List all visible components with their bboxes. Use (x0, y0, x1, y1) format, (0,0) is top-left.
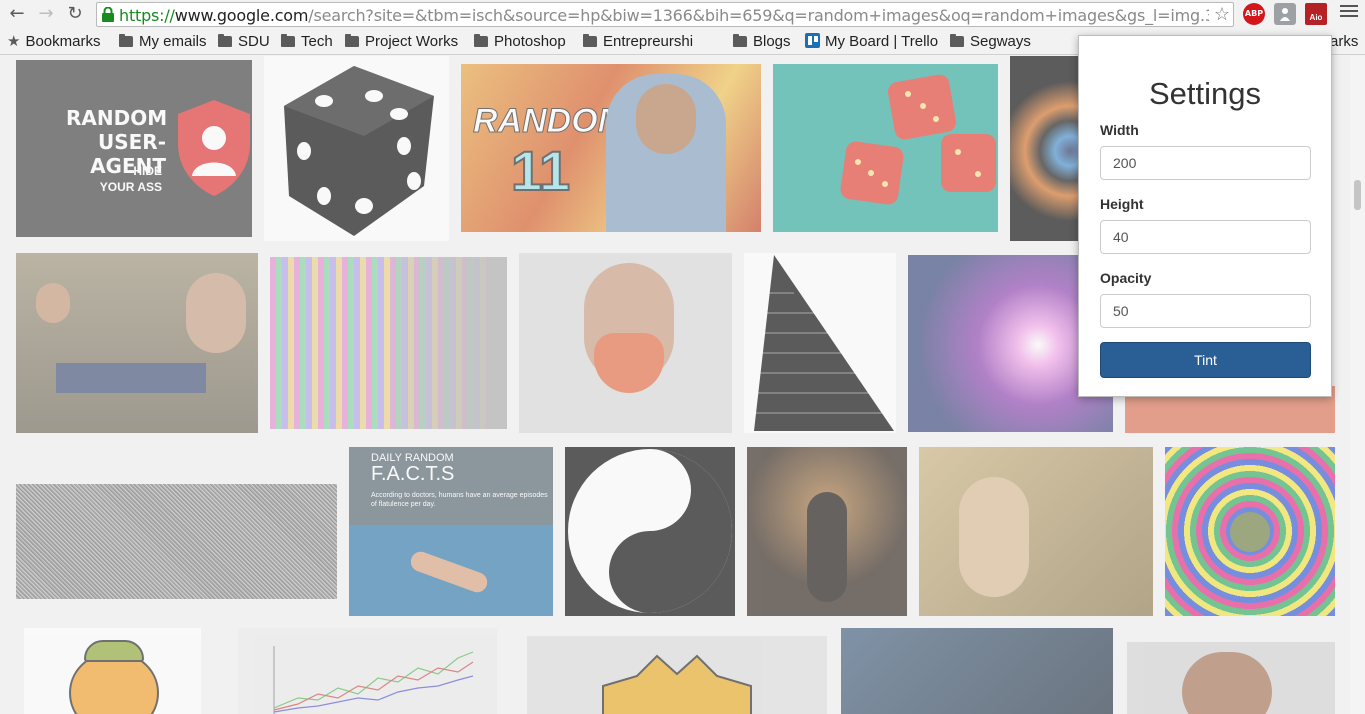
noise-fade (390, 257, 507, 429)
tint-extension-icon[interactable]: Aio (1305, 3, 1327, 25)
swimmer-figure (407, 548, 491, 596)
folder-icon (733, 34, 747, 47)
forward-arrow-icon[interactable]: → (35, 3, 57, 25)
settings-popup: Settings Width Height Opacity Tint (1078, 35, 1332, 397)
bookmark-other[interactable]: arks (1330, 32, 1358, 52)
lock-icon (102, 7, 114, 22)
width-input[interactable] (1100, 146, 1311, 180)
bookmark-sdu[interactable]: SDU (218, 32, 270, 52)
person-face (1182, 652, 1272, 714)
person-face (636, 84, 696, 154)
image-thumb-user-agent[interactable]: RANDOM USER-AGENT HIDE YOUR ASS (16, 60, 252, 237)
bookmark-trello[interactable]: My Board | Trello (805, 32, 938, 52)
image-thumb-cartoon-orange[interactable] (24, 628, 201, 714)
image-thumb-badge[interactable] (527, 636, 827, 714)
star-icon: ★ (7, 33, 21, 50)
thumb-text: RANDOM (66, 106, 168, 130)
image-thumb-fairy[interactable] (919, 447, 1153, 616)
folder-icon (583, 34, 597, 47)
badge-graphic (602, 654, 752, 714)
image-thumb-black-dice[interactable] (264, 56, 449, 241)
bookmark-my-emails[interactable]: My emails (119, 32, 207, 52)
person-figure (56, 363, 206, 393)
image-thumb-line-plot[interactable] (238, 628, 497, 714)
height-input[interactable] (1100, 220, 1311, 254)
adblock-icon[interactable]: ABP (1243, 3, 1265, 25)
bookmark-blogs[interactable]: Blogs (733, 32, 791, 52)
image-thumb-yin-yang[interactable] (565, 447, 735, 616)
image-thumb-noise-pixels[interactable] (270, 257, 507, 429)
person-face (186, 273, 246, 353)
fairy-figure (959, 477, 1029, 597)
beard-graphic (594, 333, 664, 393)
number-triangle-graphic (754, 255, 894, 431)
thumb-text: F.A.C.T.S (371, 463, 455, 485)
url-text[interactable]: https://www.google.com/search?site=&tbm=… (119, 6, 1209, 25)
thumb-text: 11 (510, 138, 571, 203)
red-dice-graphic (840, 74, 996, 205)
bookmark-bookmarks[interactable]: ★ Bookmarks (7, 32, 100, 52)
chrome-menu-icon[interactable] (1340, 5, 1358, 21)
image-thumb-dancers-rain[interactable] (747, 447, 907, 616)
folder-icon (950, 34, 964, 47)
thumb-text: YOUR ASS (99, 180, 162, 194)
image-thumb-bearded-man[interactable] (519, 253, 732, 433)
cartoon-orange (69, 653, 159, 714)
image-thumb-smiling-man[interactable] (1127, 642, 1335, 714)
image-thumb-dark-ui[interactable] (841, 628, 1113, 714)
bookmark-segways[interactable]: Segways (950, 32, 1031, 52)
folder-icon (218, 34, 232, 47)
image-thumb-psychedelic-cat[interactable] (1165, 447, 1335, 616)
folder-icon (345, 34, 359, 47)
scrollbar-thumb[interactable] (1354, 180, 1361, 210)
cartoon-hat (84, 640, 144, 662)
image-thumb-abstract-eye[interactable] (1010, 56, 1080, 241)
height-label: Height (1100, 196, 1144, 212)
extension-gray-icon[interactable] (1274, 3, 1296, 25)
trello-icon (805, 33, 820, 48)
reload-icon[interactable]: ↻ (64, 3, 86, 25)
yin-yang-icon (568, 449, 732, 613)
image-thumb-daily-facts[interactable]: DAILY RANDOM F.A.C.T.S According to doct… (349, 447, 553, 616)
opacity-input[interactable] (1100, 294, 1311, 328)
tint-button[interactable]: Tint (1100, 342, 1311, 378)
line-plot-graphic (273, 646, 474, 714)
address-bar[interactable]: https://www.google.com/search?site=&tbm=… (96, 2, 1234, 27)
page-scrollbar[interactable] (1350, 56, 1365, 714)
image-thumb-random-11[interactable]: RANDOM 11 (461, 64, 761, 232)
thumb-text: According to doctors, humans have an ave… (371, 492, 548, 508)
image-thumb-two-men[interactable] (16, 253, 258, 433)
star-outline-icon[interactable]: ☆ (1214, 4, 1230, 25)
person-face (36, 283, 70, 323)
thumb-text: HIDE (133, 164, 162, 178)
thumb-text: RANDOM (473, 102, 627, 141)
opacity-label: Opacity (1100, 270, 1152, 286)
bookmark-entrepreurship[interactable]: Entrepreurshi (583, 32, 721, 52)
folder-icon (119, 34, 133, 47)
back-arrow-icon[interactable]: ← (6, 3, 28, 25)
image-thumb-static[interactable] (16, 484, 337, 599)
cat-face (1230, 512, 1270, 552)
bookmark-photoshop[interactable]: Photoshop (474, 32, 566, 52)
folder-icon (281, 34, 295, 47)
shield-user-icon (178, 100, 250, 196)
dice-graphic (284, 66, 434, 236)
settings-title: Settings (1148, 76, 1261, 111)
folder-icon (474, 34, 488, 47)
bookmark-tech[interactable]: Tech (281, 32, 333, 52)
image-thumb-red-dice[interactable] (773, 64, 998, 232)
width-label: Width (1100, 122, 1139, 138)
image-thumb-number-triangle[interactable] (744, 253, 896, 433)
bookmark-project-works[interactable]: Project Works (345, 32, 458, 52)
browser-toolbar: ← → ↻ https://www.google.com/search?site… (0, 0, 1365, 29)
dancers-silhouette (807, 492, 847, 602)
